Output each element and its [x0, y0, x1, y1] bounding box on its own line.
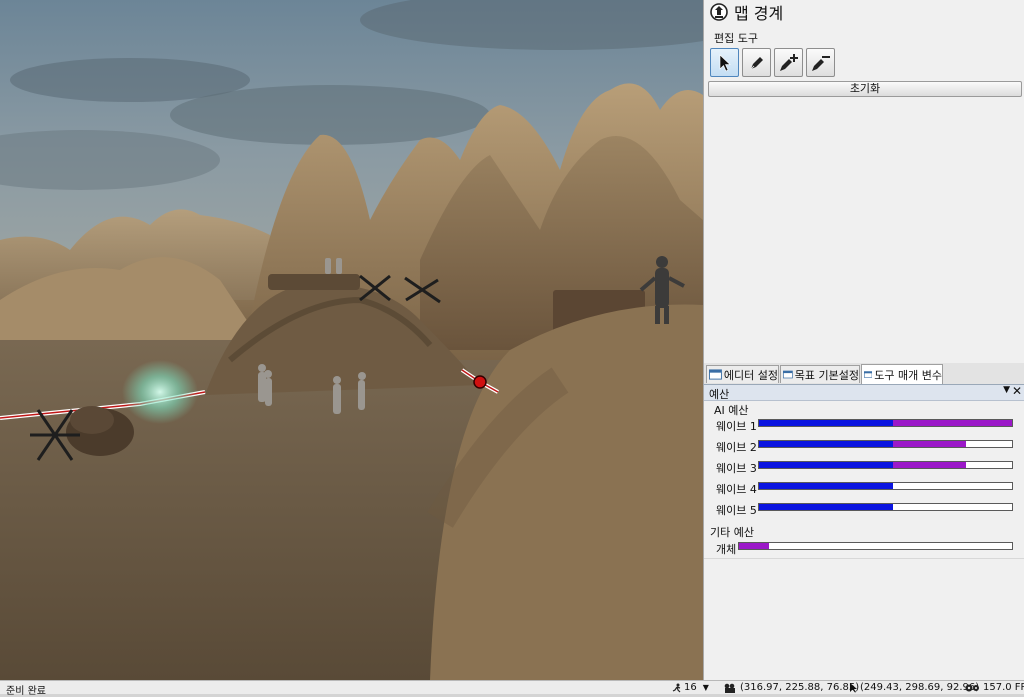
dropdown-arrow-icon[interactable]: ▼ [1003, 385, 1010, 395]
cursor-arrow-icon [719, 53, 731, 71]
pen-add-icon [779, 53, 798, 71]
wave-2-budget-bar [758, 440, 1013, 448]
purple-budget-segment [893, 420, 1012, 426]
cursor-icon [850, 682, 857, 692]
ai-budget-label: AI 예산 [714, 404, 749, 417]
select-tool-button[interactable] [710, 48, 739, 77]
wave-1-budget-bar [758, 419, 1013, 427]
unit-count[interactable]: 16 ▼ [672, 682, 709, 693]
runner-icon [672, 683, 681, 692]
purple-budget-segment [739, 543, 770, 549]
map-boundary-icon [710, 3, 728, 21]
terrain-scene[interactable] [0, 0, 703, 680]
status-text: 준비 완료 [6, 686, 46, 697]
wave-3-label: 웨이브 3 [716, 462, 757, 475]
reset-button[interactable]: 초기화 [708, 81, 1022, 97]
blue-budget-segment [759, 504, 894, 510]
wave-2-label: 웨이브 2 [716, 441, 757, 454]
purple-budget-segment [893, 441, 967, 447]
cursor-position-value: (249.43, 298.69, 92.96) [860, 682, 980, 693]
purple-budget-segment [893, 462, 967, 468]
wave-1-label: 웨이브 1 [716, 420, 757, 433]
fps-value: 157.0 FPS [983, 682, 1024, 693]
camera-position: (316.97, 225.88, 76.85) [724, 682, 859, 693]
fps-counter: 157.0 FPS [965, 682, 1024, 693]
dropdown-arrow-icon[interactable]: ▼ [703, 683, 709, 692]
tab-label: 목표 기본설정 [794, 368, 859, 382]
3d-viewport[interactable] [0, 0, 703, 680]
budget-header: 예산 ▼ ✕ [704, 384, 1024, 401]
blue-budget-segment [759, 441, 894, 447]
pen-tool-button[interactable] [742, 48, 771, 77]
budget-panel: 예산 ▼ ✕ AI 예산 웨이브 1 웨이브 2 웨이브 3 웨이브 4 웨이브… [703, 384, 1024, 680]
edit-tools-label: 편집 도구 [714, 32, 758, 45]
wave-5-label: 웨이브 5 [716, 504, 757, 517]
map-boundary-panel: 맵 경계 편집 도구 초기화 [703, 0, 1024, 365]
gears-icon [965, 684, 979, 691]
pen-icon [750, 56, 763, 69]
panel-tabbar: 에디터 설정 목표 기본설정 도구 매개 변수 [703, 363, 1024, 385]
blue-budget-segment [759, 462, 894, 468]
panel-tab-icon [864, 371, 873, 378]
status-bar: 준비 완료 16 ▼ (316.97, 225.88, 76.85) (249.… [0, 680, 1024, 697]
tab-tool-parameters[interactable]: 도구 매개 변수 [861, 364, 943, 384]
close-icon[interactable]: ✕ [1012, 384, 1022, 398]
entity-budget-bar [738, 542, 1013, 550]
blue-budget-segment [759, 420, 894, 426]
cursor-position: (249.43, 298.69, 92.96) [849, 682, 979, 693]
panel-title: 맵 경계 [734, 4, 784, 23]
wave-4-label: 웨이브 4 [716, 483, 757, 496]
tab-objective-defaults[interactable]: 목표 기본설정 [780, 365, 860, 383]
panel-tab-icon [709, 369, 722, 380]
tab-editor-settings[interactable]: 에디터 설정 [706, 365, 779, 383]
tab-label: 에디터 설정 [723, 368, 778, 382]
budget-title: 예산 [709, 388, 730, 401]
pen-remove-tool-button[interactable] [806, 48, 835, 77]
blue-budget-segment [759, 483, 894, 489]
other-budget-label: 기타 예산 [710, 526, 754, 539]
camera-icon [724, 683, 735, 693]
camera-position-value: (316.97, 225.88, 76.85) [740, 682, 860, 693]
wave-3-budget-bar [758, 461, 1013, 469]
edit-tools-toolbar [710, 48, 835, 77]
panel-tab-icon [783, 370, 793, 379]
entity-label: 개체 [716, 543, 737, 556]
pen-remove-icon [811, 55, 830, 71]
tab-label: 도구 매개 변수 [874, 368, 942, 382]
wave-4-budget-bar [758, 482, 1013, 490]
pen-add-tool-button[interactable] [774, 48, 803, 77]
unit-count-value: 16 [684, 682, 697, 693]
divider [704, 558, 1024, 559]
wave-5-budget-bar [758, 503, 1013, 511]
panel-header: 맵 경계 [710, 1, 783, 23]
